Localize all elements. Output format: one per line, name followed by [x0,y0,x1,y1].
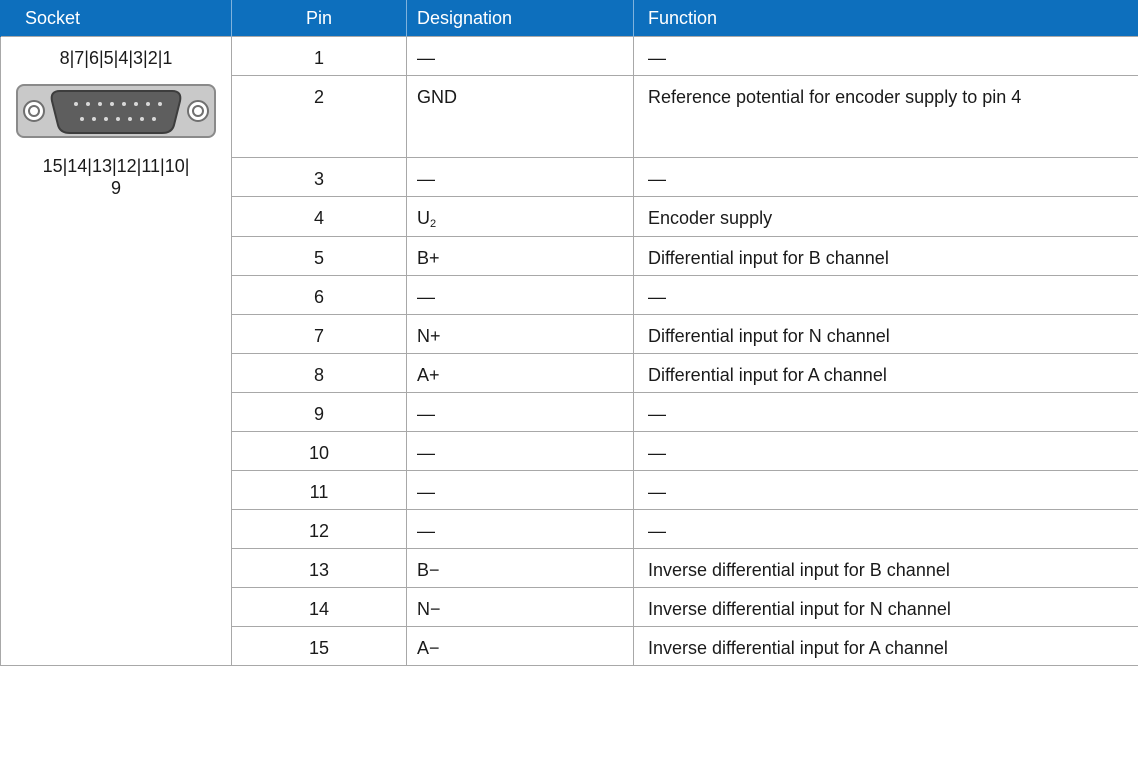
pin-designation: — [406,275,634,315]
designation-text: — [417,521,435,541]
pin-function: — [633,392,1138,432]
pin-number: 14 [231,587,407,627]
pin-function: — [633,157,1138,197]
pin-number: 10 [231,431,407,471]
pin-designation: — [406,470,634,510]
pin-designation: — [406,392,634,432]
header-row: Socket Pin Designation Function [0,0,1138,37]
header-socket: Socket [0,0,232,37]
designation-text: — [417,443,435,463]
pin-designation: — [406,157,634,197]
designation-text: B+ [417,248,440,268]
pin-number: 5 [231,236,407,276]
pin-function: — [633,509,1138,549]
socket-cell: 8|7|6|5|4|3|2|1 15|14|13|12|11|10| 9 [0,36,232,666]
designation-text: — [417,48,435,68]
designation-text: — [417,287,435,307]
pin-function: Differential input for N channel [633,314,1138,354]
header-designation: Designation [406,0,634,37]
pin-function: Inverse differential input for A channel [633,626,1138,666]
designation-subscript: 2 [430,218,437,230]
pin-number: 11 [231,470,407,510]
pin-function: Inverse differential input for N channel [633,587,1138,627]
pin-function: Inverse differential input for B channel [633,548,1138,588]
pin-number: 8 [231,353,407,393]
pin-number: 7 [231,314,407,354]
designation-text: A+ [417,365,440,385]
designation-text: A− [417,638,440,658]
pin-number: 12 [231,509,407,549]
d-sub-15-connector-icon [16,84,216,138]
pin-designation: — [406,509,634,549]
pin-function: — [633,470,1138,510]
pin-designation: B+ [406,236,634,276]
socket-pins-top-label: 8|7|6|5|4|3|2|1 [59,48,173,68]
designation-text: — [417,404,435,424]
pin-designation: — [406,36,634,76]
designation-text: — [417,169,435,189]
pin-function: Reference potential for encoder supply t… [633,75,1138,158]
pin-designation: — [406,431,634,471]
pin-number: 3 [231,157,407,197]
pin-number: 2 [231,75,407,158]
pin-assignment-table: Socket Pin Designation Function 8|7|6|5|… [0,0,1138,666]
pin-function: Differential input for A channel [633,353,1138,393]
pin-designation: A− [406,626,634,666]
pin-number: 4 [231,196,407,237]
designation-text: N− [417,599,441,619]
pin-number: 6 [231,275,407,315]
pin-function: — [633,275,1138,315]
designation-text: GND [417,87,457,107]
pin-function: Differential input for B channel [633,236,1138,276]
table-row: 8|7|6|5|4|3|2|1 15|14|13|12|11|10| 9 1— — [0,36,1138,666]
designation-text: B− [417,560,440,580]
header-pin: Pin [231,0,407,37]
header-function: Function [633,0,1138,37]
pin-designation: U2 [406,196,634,237]
pin-designation: N− [406,587,634,627]
pin-number: 15 [231,626,407,666]
pin-function: Encoder supply [633,196,1138,237]
designation-text: — [417,482,435,502]
pin-number: 1 [231,36,407,76]
socket-pins-bottom-label: 15|14|13|12|11|10| 9 [42,156,190,198]
pin-designation: B− [406,548,634,588]
pin-number: 9 [231,392,407,432]
pin-designation: A+ [406,353,634,393]
pin-function: — [633,431,1138,471]
pin-function: — [633,36,1138,76]
pin-designation: GND [406,75,634,158]
designation-text: N+ [417,326,441,346]
pin-number: 13 [231,548,407,588]
pin-designation: N+ [406,314,634,354]
designation-text: U [417,208,430,228]
